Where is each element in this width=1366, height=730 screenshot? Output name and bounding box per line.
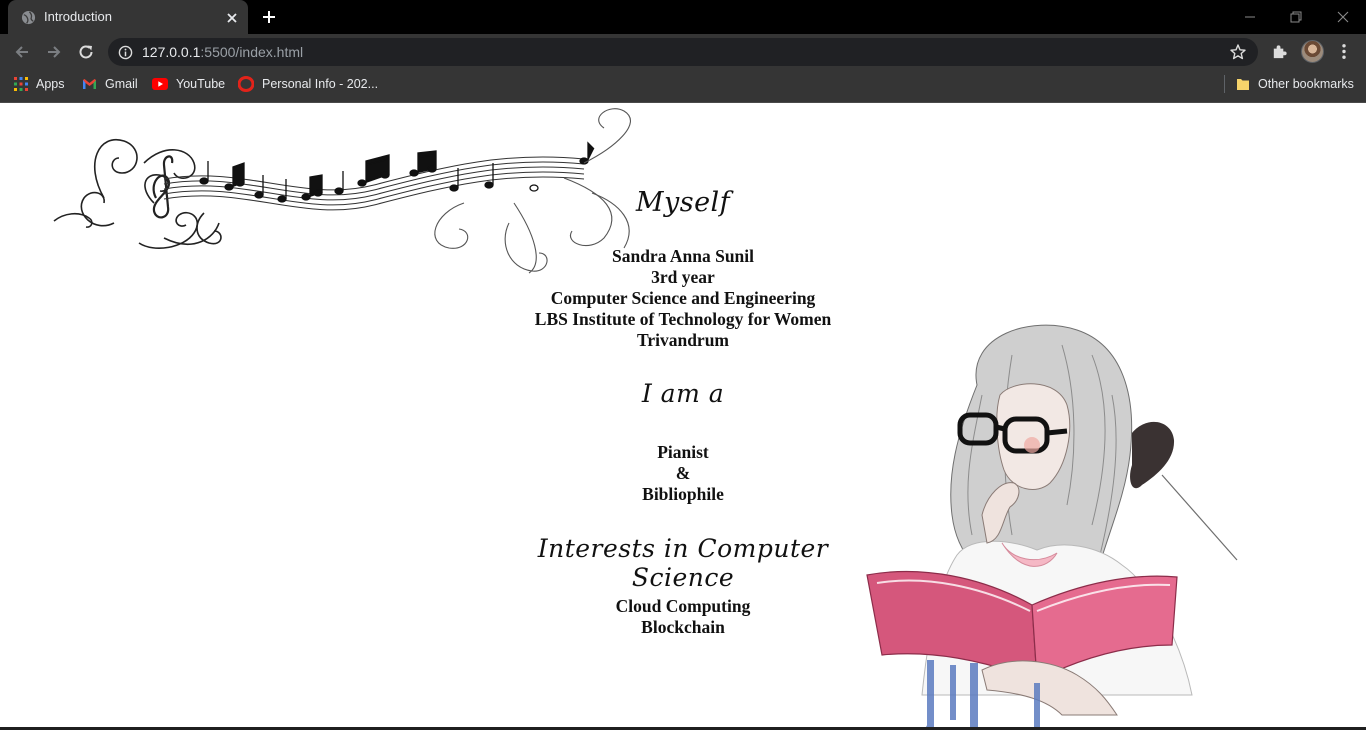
folder-icon [1237,79,1249,90]
bookmark-youtube[interactable]: YouTube [152,70,225,98]
new-tab-plus-icon[interactable] [260,8,278,26]
bookmark-label: Gmail [105,77,138,91]
profile-avatar[interactable] [1301,40,1324,63]
heading-i-am-a: I am a [641,379,725,408]
city-line: Trivandrum [636,330,730,350]
opera-o-icon [238,76,254,92]
tab-strip: Introduction [0,0,1366,34]
tab-title: Introduction [44,9,112,24]
name-line: Sandra Anna Sunil [611,246,755,266]
bookmarks-bar: Apps Gmail YouTube Personal Info - 202..… [0,70,1366,103]
interest-item: Blockchain [641,617,725,637]
bookmark-personal-info[interactable]: Personal Info - 202... [238,70,378,98]
minimize-icon[interactable] [1239,6,1261,28]
interests-list: Cloud Computing Blockchain [483,596,883,638]
gmail-icon [83,79,96,89]
close-window-icon[interactable] [1332,6,1354,28]
url-path: :5500/index.html [200,44,304,60]
bookmark-star-icon[interactable] [1229,43,1247,61]
extensions-puzzle-icon[interactable] [1270,42,1289,61]
browser-toolbar: 127.0.0.1:5500/index.html [0,34,1366,70]
close-tab-icon[interactable] [224,10,240,26]
web-page: Myself Sandra Anna Sunil 3rd year Comput… [0,103,1366,728]
role-separator: & [675,463,691,483]
bookmark-other-bookmarks[interactable]: Other bookmarks [1236,70,1354,98]
apps-grid-icon [14,77,28,91]
heading-myself: Myself [635,187,731,218]
back-arrow-icon[interactable] [11,41,33,63]
heading-interests: Interests in Computer Science [537,534,829,592]
youtube-icon [152,78,168,90]
tab-introduction[interactable]: Introduction [8,0,248,34]
role-item: Pianist [657,442,709,462]
kebab-menu-icon[interactable] [1336,42,1352,61]
bookmark-label: Apps [36,77,65,91]
url-host: 127.0.0.1 [142,44,201,60]
bookmark-label: Other bookmarks [1258,77,1354,91]
department-line: Computer Science and Engineering [550,288,816,308]
forward-arrow-icon[interactable] [43,41,65,63]
reload-icon[interactable] [75,41,97,63]
site-info-icon[interactable] [118,45,133,60]
year-line: 3rd year [651,267,715,287]
college-line: LBS Institute of Technology for Women [534,309,832,329]
bookmark-label: YouTube [176,77,226,91]
globe-icon [21,10,36,25]
roles-list: Pianist & Bibliophile [483,442,883,505]
url-text: 127.0.0.1:5500/index.html [142,44,303,60]
bookmark-gmail[interactable]: Gmail [82,70,138,98]
myself-details: Sandra Anna Sunil 3rd year Computer Scie… [483,246,883,351]
bookmark-apps[interactable]: Apps [14,70,65,98]
bookmark-label: Personal Info - 202... [262,77,379,91]
interest-item: Cloud Computing [615,596,751,616]
role-item: Bibliophile [642,484,724,504]
restore-icon[interactable] [1285,6,1307,28]
address-bar[interactable]: 127.0.0.1:5500/index.html [108,38,1258,66]
girl-reading-book-sketch [866,324,1238,728]
bookmarks-divider [1224,75,1225,93]
